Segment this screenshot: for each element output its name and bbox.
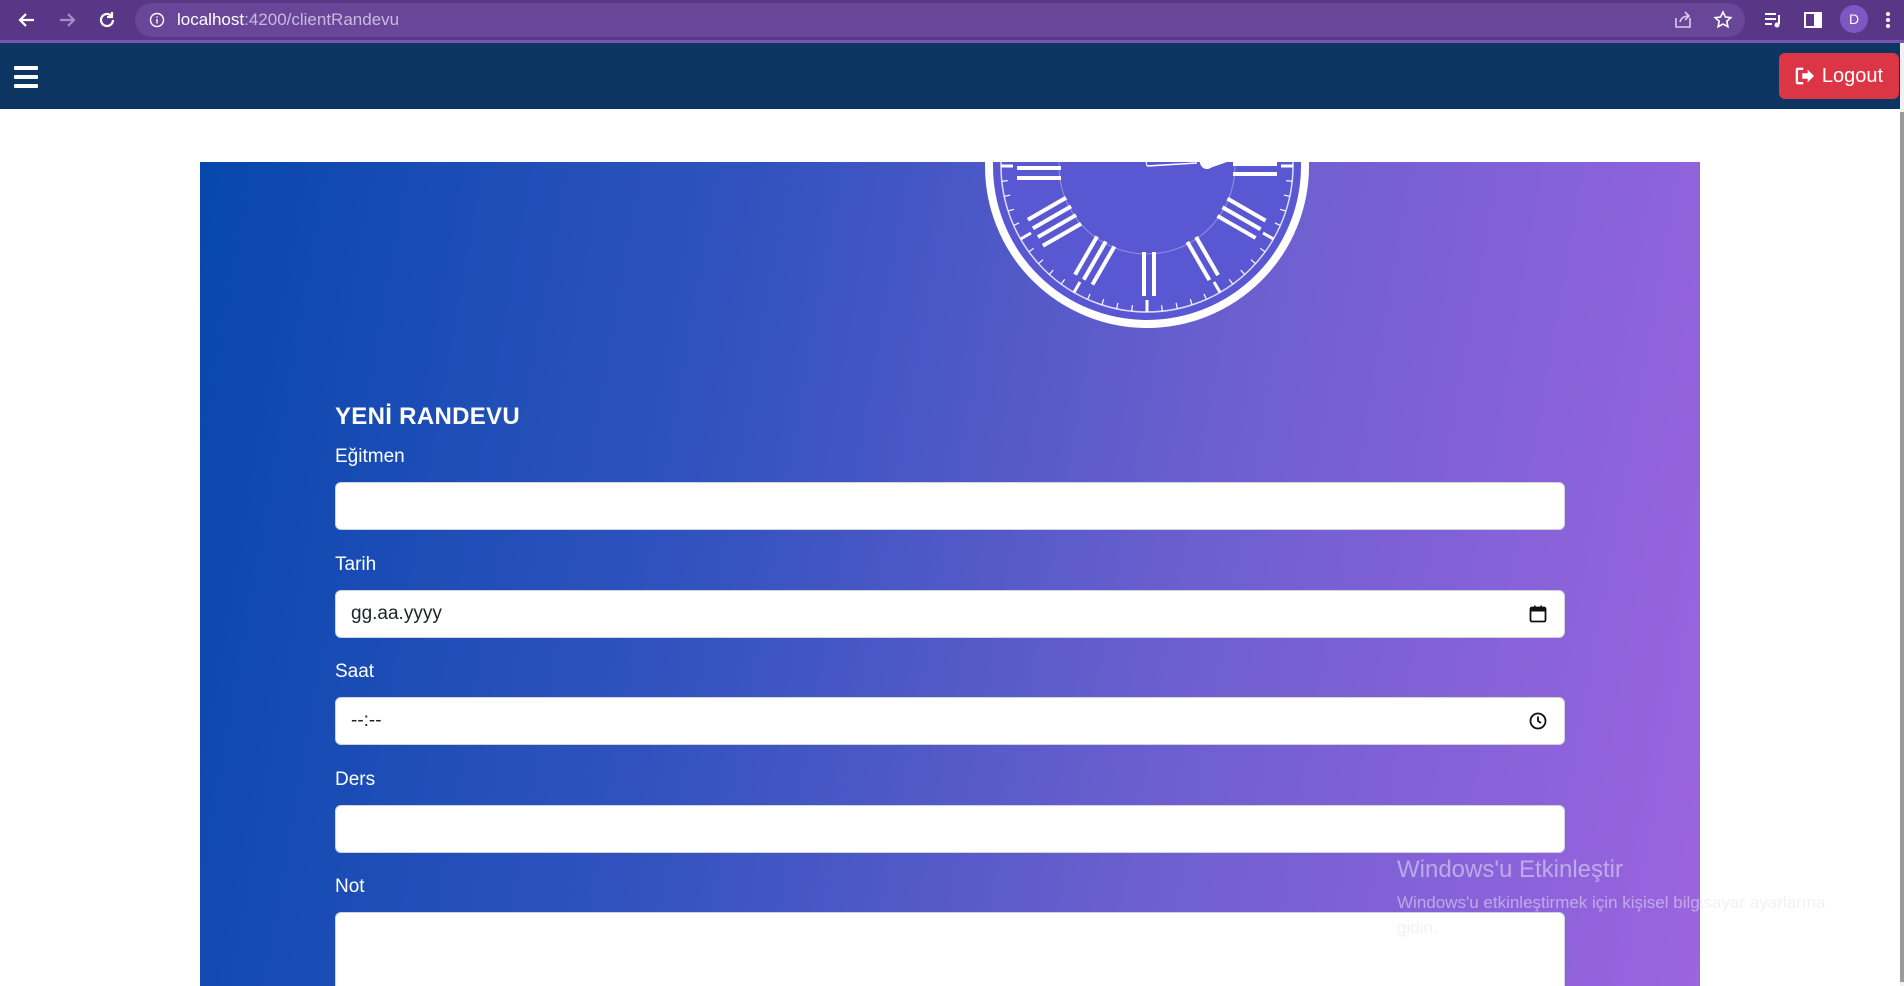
- watermark-title: Windows'u Etkinleştir: [1397, 856, 1623, 883]
- hamburger-menu-icon[interactable]: [14, 66, 38, 88]
- reload-icon: [99, 12, 115, 28]
- instructor-input[interactable]: [335, 482, 1565, 530]
- watermark-text: Windows'u etkinleştirmek için kişisel bi…: [1397, 893, 1826, 937]
- browser-toolbar: localhost:4200/clientRandevu D: [0, 0, 1904, 40]
- date-label: Tarih: [335, 554, 377, 575]
- back-button[interactable]: [13, 6, 41, 34]
- arrow-left-icon: [18, 13, 34, 27]
- share-button[interactable]: [1670, 7, 1696, 33]
- course-label: Ders: [335, 769, 376, 790]
- reload-button[interactable]: [93, 6, 121, 34]
- form-title: YENİ RANDEVU: [335, 403, 520, 430]
- media-button[interactable]: [1760, 7, 1786, 33]
- scrollbar-thumb[interactable]: [1900, 112, 1904, 982]
- time-input[interactable]: --:--: [335, 697, 1565, 745]
- share-icon: [1675, 11, 1691, 28]
- time-placeholder: --:--: [351, 710, 382, 731]
- note-textarea[interactable]: [335, 912, 1565, 986]
- sign-out-icon: [1795, 67, 1814, 85]
- playlist-icon: [1765, 13, 1780, 28]
- forward-button[interactable]: [53, 6, 81, 34]
- logout-button[interactable]: Logout: [1779, 53, 1899, 99]
- date-placeholder: gg.aa.yyyy: [351, 603, 442, 624]
- profile-avatar[interactable]: D: [1840, 5, 1868, 33]
- clock-illustration: [985, 162, 1309, 328]
- calendar-icon[interactable]: [1528, 604, 1548, 624]
- browser-menu-button[interactable]: [1880, 7, 1896, 33]
- clock-icon[interactable]: [1528, 711, 1548, 731]
- side-panel-icon: [1804, 12, 1822, 28]
- kebab-menu-icon: [1886, 12, 1890, 28]
- date-input[interactable]: gg.aa.yyyy: [335, 590, 1565, 638]
- url-text: localhost:4200/clientRandevu: [177, 10, 400, 29]
- info-icon[interactable]: [149, 12, 165, 28]
- instructor-label: Eğitmen: [335, 446, 405, 467]
- note-label: Not: [335, 876, 365, 897]
- side-panel-button[interactable]: [1800, 7, 1826, 33]
- app-navbar: Logout: [0, 43, 1900, 109]
- arrow-right-icon: [60, 13, 76, 27]
- course-input[interactable]: [335, 805, 1565, 853]
- address-bar[interactable]: localhost:4200/clientRandevu: [135, 3, 1745, 37]
- windows-activation-watermark: Windows'u Etkinleştir Windows'u etkinleş…: [1397, 856, 1857, 940]
- star-icon: [1713, 10, 1733, 29]
- bookmark-button[interactable]: [1710, 7, 1736, 33]
- logout-label: Logout: [1821, 64, 1884, 87]
- time-label: Saat: [335, 661, 375, 682]
